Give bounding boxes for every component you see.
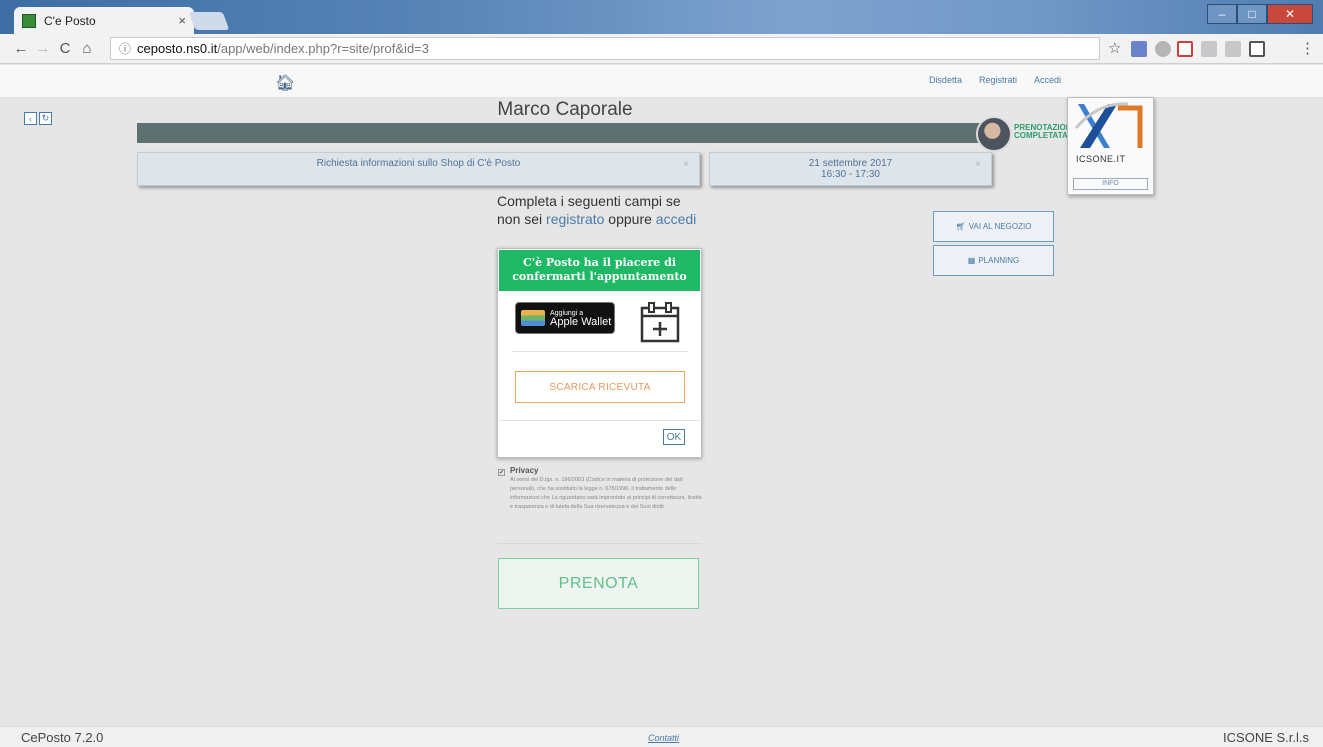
wallet-icon: [521, 310, 545, 326]
close-icon[interactable]: ×: [683, 159, 689, 170]
apple-wallet-button[interactable]: Aggiungi a Apple Wallet: [515, 302, 615, 334]
site-favicon-icon: [22, 13, 36, 28]
divider: [497, 543, 702, 544]
extension-icon[interactable]: [1249, 41, 1265, 57]
go-to-shop-label: VAI AL NEGOZIO: [968, 222, 1032, 231]
service-label: Richiesta informazioni sullo Shop di C'è…: [316, 158, 521, 169]
modal-title-line: C'è Posto ha il piacere di: [522, 256, 677, 269]
forward-button[interactable]: →: [32, 40, 54, 57]
maximize-button[interactable]: □: [1237, 4, 1267, 24]
link-disdetta[interactable]: Disdetta: [929, 75, 962, 85]
company-name: ICSONE S.r.l.s: [1223, 730, 1309, 745]
bookmark-star-icon[interactable]: ☆: [1108, 39, 1121, 57]
contacts-link[interactable]: Contatti: [648, 733, 679, 743]
privacy-title: Privacy: [510, 466, 539, 475]
calendar-grid-icon: ▦: [967, 256, 976, 265]
download-receipt-button[interactable]: SCARICA RICEVUTA: [515, 371, 685, 403]
privacy-text: Ai sensi del D.lgs. n. 196/2003 (Codice …: [510, 477, 702, 510]
cart-icon: 🛒︎: [955, 222, 966, 231]
intro-text: Completa i seguenti campi se non sei reg…: [497, 192, 707, 228]
footer: CePosto 7.2.0 Contatti ICSONE S.r.l.s: [0, 726, 1323, 747]
close-icon[interactable]: ×: [975, 159, 981, 170]
wallet-label-line2: Apple Wallet: [550, 315, 612, 328]
modal-header: C'è Posto ha il piacere di confermarti l…: [499, 250, 700, 291]
extension-icon[interactable]: [1131, 41, 1147, 57]
divider: [499, 420, 700, 421]
reload-button[interactable]: C: [54, 40, 76, 57]
window-controls: – □ ✕: [1207, 4, 1313, 24]
confirmation-modal: C'è Posto ha il piacere di confermarti l…: [497, 248, 702, 458]
info-icon[interactable]: ⓘ: [119, 40, 131, 57]
planning-label: PLANNING: [978, 256, 1020, 265]
privacy-checkbox[interactable]: ✔: [498, 469, 505, 476]
go-to-shop-button[interactable]: 🛒︎ VAI AL NEGOZIO: [933, 211, 1054, 242]
add-to-calendar-icon[interactable]: [639, 301, 681, 343]
link-accedi[interactable]: Accedi: [1034, 75, 1061, 85]
extension-icon[interactable]: [1177, 41, 1193, 57]
wallet-label: Aggiungi a Apple Wallet: [550, 309, 611, 328]
address-bar[interactable]: ⓘ ceposto.ns0.it /app/web/index.php?r=si…: [110, 37, 1100, 60]
service-card: Richiesta informazioni sullo Shop di C'è…: [137, 152, 700, 186]
minimize-button[interactable]: –: [1207, 4, 1237, 24]
link-registrati[interactable]: Registrati: [979, 75, 1017, 85]
time-label: 16:30 - 17:30: [821, 169, 880, 180]
home-icon[interactable]: 🏠︎: [275, 73, 295, 93]
url-host: ceposto.ns0.it: [137, 41, 218, 56]
modal-title-line: confermarti l'appuntamento: [512, 270, 687, 283]
new-tab-button[interactable]: [188, 12, 230, 30]
intro-text-part: oppure: [604, 211, 656, 227]
extension-icon[interactable]: [1155, 41, 1171, 57]
header-links: Disdetta Registrati Accedi: [929, 75, 1061, 85]
browser-titlebar: C'e Posto × – □ ✕: [0, 0, 1323, 34]
browser-toolbar: ← → C ⌂ ⓘ ceposto.ns0.it /app/web/index.…: [0, 34, 1323, 64]
ok-button[interactable]: OK: [663, 429, 685, 445]
url-path: /app/web/index.php?r=site/prof&id=3: [217, 41, 429, 56]
date-card: 21 settembre 2017 16:30 - 17:30 ×: [709, 152, 992, 186]
home-button[interactable]: ⌂: [76, 40, 98, 57]
registrato-link[interactable]: registrato: [546, 211, 604, 227]
close-window-button[interactable]: ✕: [1267, 4, 1313, 24]
back-button[interactable]: ←: [10, 40, 32, 57]
icsone-logo-icon: [1074, 102, 1143, 148]
book-button[interactable]: PRENOTA: [498, 558, 699, 609]
tab-title: C'e Posto: [44, 13, 96, 28]
browser-tab[interactable]: C'e Posto ×: [14, 7, 194, 34]
tab-close-icon[interactable]: ×: [178, 13, 186, 28]
planning-button[interactable]: ▦ PLANNING: [933, 245, 1054, 276]
site-navbar: 🏠︎ Disdetta Registrati Accedi: [0, 65, 1323, 98]
company-logo-card: ICSONE.IT INFO: [1067, 97, 1154, 195]
date-label: 21 settembre 2017: [808, 158, 893, 169]
info-button[interactable]: INFO: [1073, 178, 1148, 190]
avatar: [976, 116, 1012, 152]
app-version: CePosto 7.2.0: [21, 730, 104, 745]
divider: [512, 351, 688, 352]
menu-kebab-icon[interactable]: ⋮: [1300, 39, 1315, 57]
profile-bar: [137, 123, 997, 143]
extension-icon[interactable]: [1225, 41, 1241, 57]
accedi-link[interactable]: accedi: [656, 211, 696, 227]
logo-text: ICSONE.IT: [1076, 154, 1126, 164]
extension-icon[interactable]: [1201, 41, 1217, 57]
professional-name: Marco Caporale: [497, 99, 633, 120]
